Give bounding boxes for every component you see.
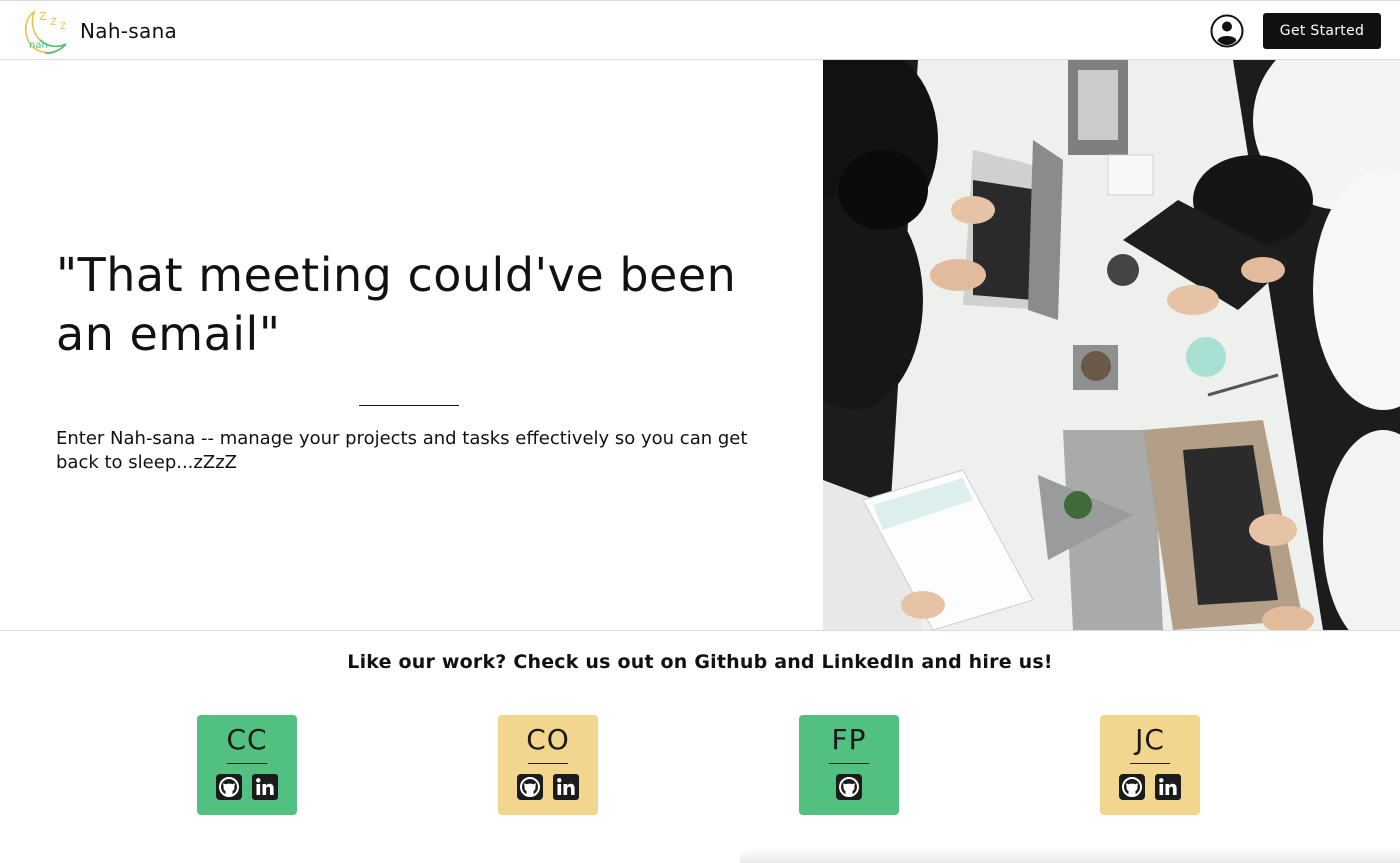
- member-initials: FP: [831, 723, 867, 756]
- moon-logo-icon: Z Z Z nah: [24, 10, 67, 54]
- member-initials: JC: [1135, 723, 1165, 756]
- bottom-shadow-overlay: [740, 848, 1400, 863]
- card-divider: [227, 763, 267, 764]
- card-divider: [829, 763, 869, 764]
- logo-z-small: Z: [60, 22, 66, 32]
- hero-tagline: Enter Nah-sana -- manage your projects a…: [56, 428, 748, 473]
- logo-z-large: Z: [39, 10, 47, 23]
- member-initials: CO: [526, 723, 570, 756]
- github-icon: [836, 774, 862, 800]
- team-heading: Like our work? Check us out on Github an…: [347, 651, 1053, 673]
- team-member-card-cc: CC: [197, 715, 297, 815]
- linkedin-icon: [252, 774, 278, 800]
- linkedin-link[interactable]: [552, 773, 580, 801]
- linkedin-link[interactable]: [1154, 773, 1182, 801]
- logo-nah-text: nah: [29, 40, 48, 51]
- user-profile-button[interactable]: [1210, 14, 1244, 48]
- team-member-card-jc: JC: [1100, 715, 1200, 815]
- member-social-links: [197, 773, 297, 803]
- member-social-links: [799, 773, 899, 803]
- card-divider: [528, 763, 568, 764]
- hero-section: "That meeting could've been an email" En…: [0, 60, 823, 630]
- hero-quote: "That meeting could've been an email": [56, 248, 737, 361]
- linkedin-icon: [1155, 774, 1181, 800]
- top-navbar: Z Z Z nah Nah-sana Get Started: [0, 0, 1400, 60]
- linkedin-icon: [553, 774, 579, 800]
- github-icon: [1119, 774, 1145, 800]
- github-link[interactable]: [1118, 773, 1146, 801]
- member-social-links: [498, 773, 598, 803]
- github-link[interactable]: [215, 773, 243, 801]
- get-started-button[interactable]: Get Started: [1263, 13, 1381, 49]
- brand-name: Nah-sana: [80, 19, 178, 43]
- logo-z-medium: Z: [50, 17, 57, 28]
- section-divider: [0, 630, 1400, 631]
- home-logo-link[interactable]: Z Z Z nah Nah-sana: [20, 5, 177, 57]
- card-divider: [1130, 763, 1170, 764]
- member-initials: CC: [226, 723, 268, 756]
- github-link[interactable]: [835, 773, 863, 801]
- team-member-card-co: CO: [498, 715, 598, 815]
- linkedin-link[interactable]: [251, 773, 279, 801]
- github-icon: [517, 774, 543, 800]
- hero-divider: [359, 405, 459, 406]
- hero-team-meeting-photo: [823, 60, 1400, 630]
- user-circle-icon: [1210, 14, 1244, 48]
- github-icon: [216, 774, 242, 800]
- meeting-photo-illustration: [823, 60, 1400, 630]
- team-member-card-fp: FP: [799, 715, 899, 815]
- github-link[interactable]: [516, 773, 544, 801]
- member-social-links: [1100, 773, 1200, 803]
